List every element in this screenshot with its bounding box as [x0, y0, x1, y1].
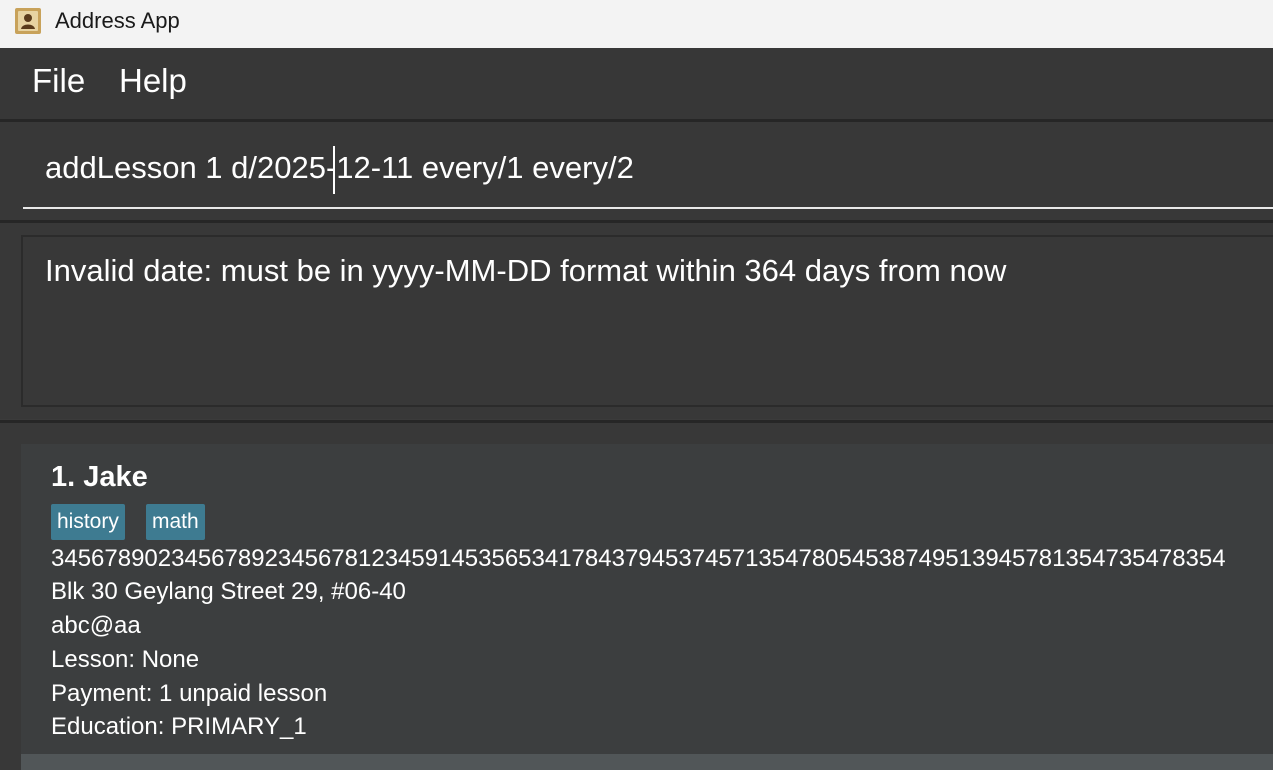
menu-bar — [0, 48, 1273, 119]
window-titlebar: Address App — [0, 0, 1273, 48]
person-payment: Payment: 1 unpaid lesson — [51, 680, 328, 707]
address-book-icon — [15, 8, 41, 34]
text-caret — [333, 146, 335, 194]
tag-label: history — [51, 504, 125, 540]
person-address: Blk 30 Geylang Street 29, #06-40 — [51, 578, 406, 605]
menu-file[interactable]: File — [32, 62, 85, 100]
person-email: abc@aa — [51, 612, 141, 639]
result-message: Invalid date: must be in yyyy-MM-DD form… — [45, 253, 1007, 288]
person-phone: 3456789023456789234567812345914535653417… — [51, 545, 1226, 572]
window-title: Address App — [55, 8, 180, 33]
person-name: 1. Jake — [51, 461, 148, 493]
tag-label: math — [146, 504, 205, 540]
list-padding — [0, 444, 21, 770]
person-education: Education: PRIMARY_1 — [51, 713, 307, 740]
person-lesson: Lesson: None — [51, 646, 200, 673]
menu-help[interactable]: Help — [119, 62, 187, 100]
person-card-next[interactable] — [21, 754, 1273, 770]
command-input-text[interactable]: addLesson 1 d/2025-12-11 every/1 every/2 — [45, 150, 634, 186]
